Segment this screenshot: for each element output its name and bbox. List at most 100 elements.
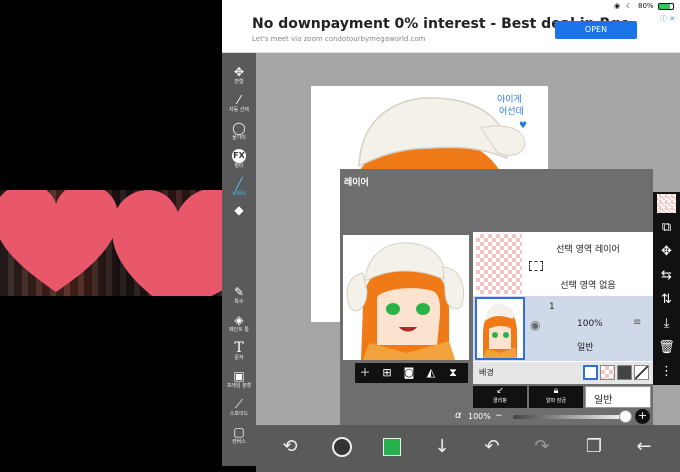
increase-icon[interactable]: + — [635, 409, 650, 424]
moon-icon: ☾ — [626, 2, 633, 10]
bucket-icon: ◈ — [234, 313, 244, 327]
tool-label: 페인트 통 — [229, 327, 249, 333]
flip-vertical-icon[interactable]: ⇅ — [657, 290, 676, 309]
background-photo — [0, 190, 222, 296]
preview-toolbar: ＋ ⊞ ◙ ◭ ⧗ — [355, 363, 468, 383]
primary-color-swatch[interactable] — [380, 435, 404, 459]
alpha-symbol: α — [455, 410, 462, 421]
eyedropper-icon: ⟋ — [234, 397, 244, 411]
decrease-icon[interactable]: − — [495, 411, 503, 421]
ad-subtitle: Let's meet via zoom condotourbymegaworld… — [252, 35, 426, 43]
canvas-handwriting: 아이게 — [497, 94, 522, 105]
tool-special[interactable]: ✎ 특수 — [222, 285, 256, 306]
visibility-eye-icon[interactable]: ◉ — [530, 318, 540, 332]
tool-filter[interactable]: FX 필터 — [222, 149, 256, 170]
layer-copy-icon[interactable]: ⧉ — [657, 218, 676, 237]
layer-preview[interactable] — [343, 235, 469, 360]
panel-title: 레이어 — [344, 178, 369, 188]
tool-frame-divider[interactable]: ▣ 프레임 분할 — [222, 369, 256, 390]
canvas-handwriting: 어선데 — [499, 106, 524, 117]
tool-label: 특수 — [234, 299, 244, 305]
eraser-icon: ◆ — [234, 203, 244, 217]
selection-layer-row[interactable]: 선택 영역 레이어 선택 영역 없음 — [473, 232, 653, 296]
battery-icon — [658, 3, 674, 10]
layer-name: 선택 영역 레이어 — [556, 245, 620, 255]
tool-transform[interactable]: ✥ 변형 — [222, 65, 256, 86]
flip-layer-icon[interactable]: ⇆ — [657, 266, 676, 285]
preview-artwork — [343, 235, 469, 360]
layer-panel: 레이어 ＋ ⊞ ◙ ◭ ⧗ 선택 영역 레이어 선택 영역 없음 1 ◉ 100… — [340, 169, 653, 427]
flip-horizontal-icon[interactable]: ◭ — [423, 365, 439, 381]
canvas-icon: ▢ — [233, 425, 245, 439]
tool-label: 올가미 — [232, 135, 246, 141]
alpha-lock-button[interactable]: 🔒︎ 알파 잠금 — [529, 386, 583, 408]
layer-row-1[interactable]: 1 ◉ 100% ≡ 일반 — [473, 296, 653, 361]
opacity-slider[interactable] — [513, 415, 629, 419]
tool-eyedropper[interactable]: ⟋ 스포이드 — [222, 397, 256, 418]
heart-sticker-right — [112, 190, 222, 296]
camera-icon[interactable]: ◙ — [401, 365, 417, 381]
tool-eraser[interactable]: ◆ — [222, 203, 256, 217]
more-options-icon[interactable]: ⋮ — [657, 362, 676, 381]
tool-lasso[interactable]: ◯ 올가미 — [222, 121, 256, 142]
tool-label: 캔버스 — [232, 439, 246, 445]
bg-transparent-swatch[interactable] — [600, 365, 615, 380]
ad-banner[interactable]: No downpayment 0% interest - Best deal i… — [222, 13, 680, 53]
layer-tools-column: ⧉ ✥ ⇆ ⇅ ⤓ 🗑︎ ⋮ — [653, 192, 680, 385]
layers-icon[interactable]: ❐ — [582, 435, 606, 459]
status-bar: ◉ ☾ 80% — [222, 0, 680, 13]
fx-icon: FX — [232, 149, 246, 163]
redo-icon[interactable]: ↷ — [530, 435, 554, 459]
bg-dark-swatch[interactable] — [617, 365, 632, 380]
merge-down-icon[interactable]: ⤓ — [657, 314, 676, 333]
bg-none-swatch[interactable] — [634, 365, 649, 380]
clipping-button[interactable]: ↙ 클리핑 — [473, 386, 527, 408]
bg-white-swatch[interactable] — [583, 365, 598, 380]
blend-row: ↙ 클리핑 🔒︎ 알파 잠금 일반 — [473, 386, 653, 408]
alpha-value: 100% — [468, 412, 491, 421]
slider-thumb[interactable] — [619, 410, 632, 423]
heart-sticker-left — [0, 190, 118, 292]
drag-handle-icon[interactable]: ≡ — [633, 317, 641, 328]
lock-icon: 🔒︎ — [553, 386, 559, 396]
add-layer-icon[interactable]: ＋ — [357, 365, 373, 381]
tool-brush[interactable]: ╱ 브러시 — [222, 177, 256, 198]
bottom-bar: ⟲ ↓ ↶ ↷ ❐ ← — [256, 425, 680, 472]
background-label: 배경 — [479, 368, 494, 377]
add-layer-box-icon[interactable]: ⊞ — [379, 365, 395, 381]
ad-info-icon[interactable]: ⓘ ✕ — [660, 14, 676, 24]
undo-icon[interactable]: ↶ — [480, 435, 504, 459]
tool-label: 변형 — [234, 79, 244, 85]
move-layer-icon[interactable]: ✥ — [657, 242, 676, 261]
frame-icon: ▣ — [233, 369, 245, 383]
brush-icon: ╱ — [235, 177, 243, 191]
tool-label: 문자 — [234, 355, 244, 361]
tool-bar: ✥ 변형 ⁄ 자동 선택 ◯ 올가미 FX 필터 ╱ 브러시 ◆ ✎ 특수 ◈ … — [222, 53, 256, 466]
tool-label: 프레임 분할 — [226, 383, 252, 389]
background-layer-row[interactable]: 배경 — [473, 362, 653, 384]
transform-rotate-icon[interactable]: ⟲ — [278, 435, 302, 459]
tool-label: 스포이드 — [229, 411, 249, 417]
blend-mode-select[interactable]: 일반 — [585, 386, 651, 408]
special-icon: ✎ — [233, 285, 245, 299]
tool-magic-wand[interactable]: ⁄ 자동 선택 — [222, 93, 256, 114]
tool-label: 브러시 — [232, 191, 246, 197]
tool-text[interactable]: T 문자 — [222, 341, 256, 362]
brush-size-icon[interactable] — [330, 435, 354, 459]
tool-label: 필터 — [234, 163, 244, 169]
layer-name: 1 — [549, 302, 555, 312]
collapse-icon[interactable]: ⧗ — [445, 365, 461, 381]
ad-open-button[interactable]: OPEN — [555, 21, 637, 39]
wifi-icon: ◉ — [614, 2, 621, 10]
lasso-icon: ◯ — [232, 121, 246, 135]
transparency-icon[interactable] — [657, 194, 676, 213]
tool-bucket[interactable]: ◈ 페인트 통 — [222, 313, 256, 334]
tool-canvas[interactable]: ▢ 캔버스 — [222, 425, 256, 446]
opacity-slider-row: α 100% − + — [455, 409, 653, 425]
download-icon[interactable]: ↓ — [430, 435, 454, 459]
move-icon: ✥ — [233, 65, 245, 79]
back-arrow-icon[interactable]: ← — [632, 435, 656, 459]
trash-icon[interactable]: 🗑︎ — [657, 338, 676, 357]
text-icon: T — [234, 340, 244, 356]
alpha-lock-label: 알파 잠금 — [546, 398, 566, 404]
